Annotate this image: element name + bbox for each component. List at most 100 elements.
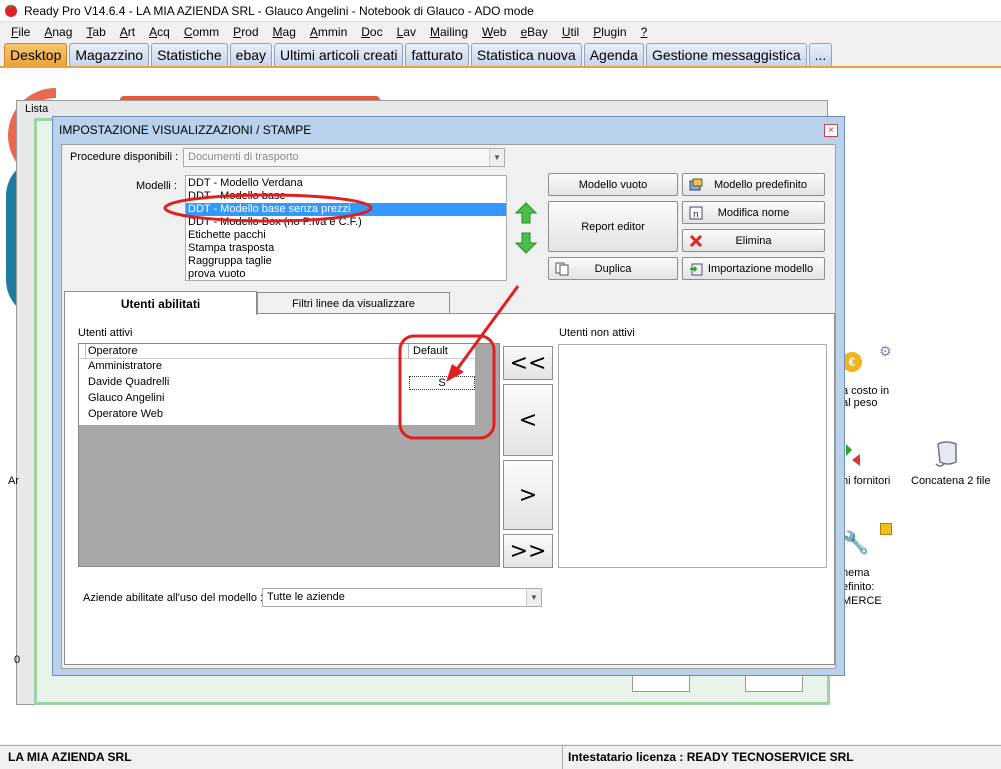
move-right-button[interactable]: > [503,460,553,530]
settings-dialog: IMPOSTAZIONE VISUALIZZAZIONI / STAMPE × … [52,116,845,676]
menu-item[interactable]: Doc [354,25,389,39]
menu-item[interactable]: Art [113,25,142,39]
background-label: 0 [14,654,21,666]
tab--[interactable]: ... [808,43,833,66]
tab-statistiche[interactable]: Statistiche [151,43,228,66]
menu-item-mnemonic: A [309,25,318,39]
move-all-left-button[interactable]: << [503,346,553,380]
modello-vuoto-button[interactable]: Modello vuoto [548,173,678,196]
menu-item[interactable]: Mag [266,25,303,39]
modello-predefinito-button[interactable]: Modello predefinito [682,173,825,196]
desktop-icon-label[interactable]: nema efinito: MERCE [842,566,882,608]
operatore-cell[interactable]: Glauco Angelini [88,392,164,404]
tab-utenti-abilitati[interactable]: Utenti abilitati [64,291,257,315]
menu-item[interactable]: ? [634,25,655,39]
menu-item[interactable]: Tab [79,25,112,39]
tab-magazzino[interactable]: Magazzino [69,43,150,66]
utenti-non-attivi-list[interactable] [558,344,827,568]
utenti-attivi-label: Utenti attivi [78,327,133,339]
operatore-cell[interactable]: Amministratore [88,360,162,372]
list-item[interactable]: DDT - Modello Verdana [186,177,506,190]
aziende-select[interactable]: Tutte le aziende ▼ [262,588,542,607]
menu-item-mnemonic: W [482,25,494,39]
table-row[interactable]: Operatore Web [79,407,475,423]
desktop-icon-label[interactable]: hi fornitori [842,475,890,487]
menu-item[interactable]: File [4,25,37,39]
tab-statistica-nuova[interactable]: Statistica nuova [470,43,582,66]
close-button[interactable]: × [824,124,838,137]
menu-item[interactable]: Lav [390,25,423,39]
menu-item[interactable]: Anag [37,25,79,39]
desktop-icon-label[interactable]: a costo in al peso [842,385,889,409]
menu-item-label: oc [369,25,383,39]
utenti-non-attivi-label: Utenti non attivi [559,327,635,339]
menu-item[interactable]: Acq [142,25,177,39]
tab-agenda[interactable]: Agenda [583,43,644,66]
move-left-button[interactable]: < [503,384,553,456]
utenti-attivi-grid[interactable]: Operatore Default Amministratore Davide Q… [78,343,500,567]
gear-icon[interactable]: ⚙ [879,343,893,359]
menu-item[interactable]: Comm [177,25,226,39]
menu-item-label: omm [192,25,220,39]
coin-icon[interactable]: € [842,352,862,372]
move-up-icon[interactable] [515,201,537,225]
tab-ebay[interactable]: ebay [229,43,273,66]
list-item[interactable]: Stampa trasposta [186,242,506,255]
status-company: LA MIA AZIENDA SRL [8,750,132,764]
app-icon [5,3,17,17]
dialog-title: IMPOSTAZIONE VISUALIZZAZIONI / STAMPE [59,123,312,137]
exchange-icon[interactable] [842,440,864,470]
list-item[interactable]: prova vuoto [186,268,506,280]
chevron-down-icon[interactable]: ▼ [489,149,504,166]
operatore-cell[interactable]: Operatore Web [88,408,163,420]
tab-fatturato[interactable]: fatturato [405,43,469,66]
tab-gestione-messaggistica[interactable]: Gestione messaggistica [645,43,807,66]
importazione-modello-button[interactable]: Importazione modello [682,257,825,280]
table-row[interactable]: Amministratore [79,359,475,375]
scroll-icon[interactable] [932,440,964,470]
table-row[interactable]: Glauco Angelini [79,391,475,407]
desktop-icon-label[interactable]: Concatena 2 file [911,475,991,487]
list-item[interactable]: Etichette pacchi [186,229,506,242]
dialog-body: Procedure disponibili : Documenti di tra… [61,144,836,669]
menu-item[interactable]: Plugin [586,25,633,39]
report-editor-button[interactable]: Report editor [548,201,678,252]
window-title: Ready Pro V14.6.4 - LA MIA AZIENDA SRL -… [24,3,534,18]
menu-item[interactable]: Ammin [303,25,354,39]
duplica-button[interactable]: Duplica [548,257,678,280]
elimina-button[interactable]: Elimina [682,229,825,252]
chevron-down-icon[interactable]: ▼ [526,589,541,606]
list-item[interactable]: DDT - Modello base [186,190,506,203]
button-label: Importazione modello [707,262,814,275]
move-all-right-button[interactable]: >> [503,534,553,568]
menu-item[interactable]: Mailing [423,25,475,39]
menu-item-label: cq [157,25,170,39]
column-header-operatore[interactable]: Operatore [88,345,138,357]
menu-item[interactable]: eBay [513,25,554,39]
list-item[interactable]: DDT - Modello Box (no P.Iva e C.F.) [186,216,506,229]
aziende-select-value: Tutte le aziende [267,591,345,603]
menu-item-mnemonic: A [149,25,158,39]
status-license: Intestatario licenza : READY TECNOSERVIC… [568,750,854,764]
menu-item-label: eb [493,25,507,39]
cube-icon[interactable] [880,523,892,535]
list-item[interactable]: Raggruppa taglie [186,255,506,268]
menu-item-label: ailing [439,25,469,39]
menu-item[interactable]: Util [555,25,586,39]
tab-filtri-linee[interactable]: Filtri linee da visualizzare [257,292,450,314]
procedure-select[interactable]: Documenti di trasporto ▼ [183,148,505,167]
modifica-nome-button[interactable]: n Modifica nome [682,201,825,224]
default-cell[interactable]: S [409,376,475,390]
tab-ultimi-articoli-creati[interactable]: Ultimi articoli creati [274,43,404,66]
menu-item[interactable]: Prod [226,25,265,39]
modelli-list[interactable]: DDT - Modello Verdana DDT - Modello base D… [185,175,507,281]
menu-item[interactable]: Web [475,25,513,39]
operatore-cell[interactable]: Davide Quadrelli [88,376,169,388]
move-down-icon[interactable] [515,231,537,255]
tab-desktop[interactable]: Desktop [4,43,68,66]
column-header-default[interactable]: Default [413,345,448,357]
wrench-icon[interactable]: 🔧 [842,530,869,556]
table-row[interactable]: Davide Quadrelli S [79,375,475,391]
menu-item-label: lugin [601,25,627,39]
list-item[interactable]: DDT - Modello base senza prezzi [186,203,506,216]
